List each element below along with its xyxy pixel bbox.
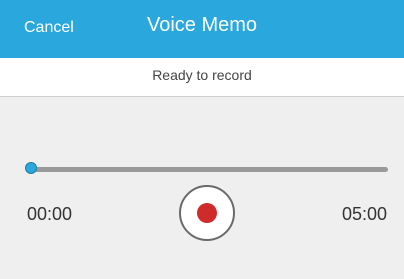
app-header: Cancel Voice Memo [0,0,404,58]
record-icon [197,203,217,223]
page-title: Voice Memo [146,14,258,36]
elapsed-time: 00:00 [27,204,73,224]
progress-thumb[interactable] [25,162,37,174]
progress-track[interactable] [31,167,388,172]
recorder-panel: 00:00 05:00 [0,97,404,279]
record-button[interactable] [179,185,235,241]
status-bar: Ready to record [0,58,404,97]
total-time: 05:00 [341,204,387,224]
status-text: Ready to record [152,67,252,83]
